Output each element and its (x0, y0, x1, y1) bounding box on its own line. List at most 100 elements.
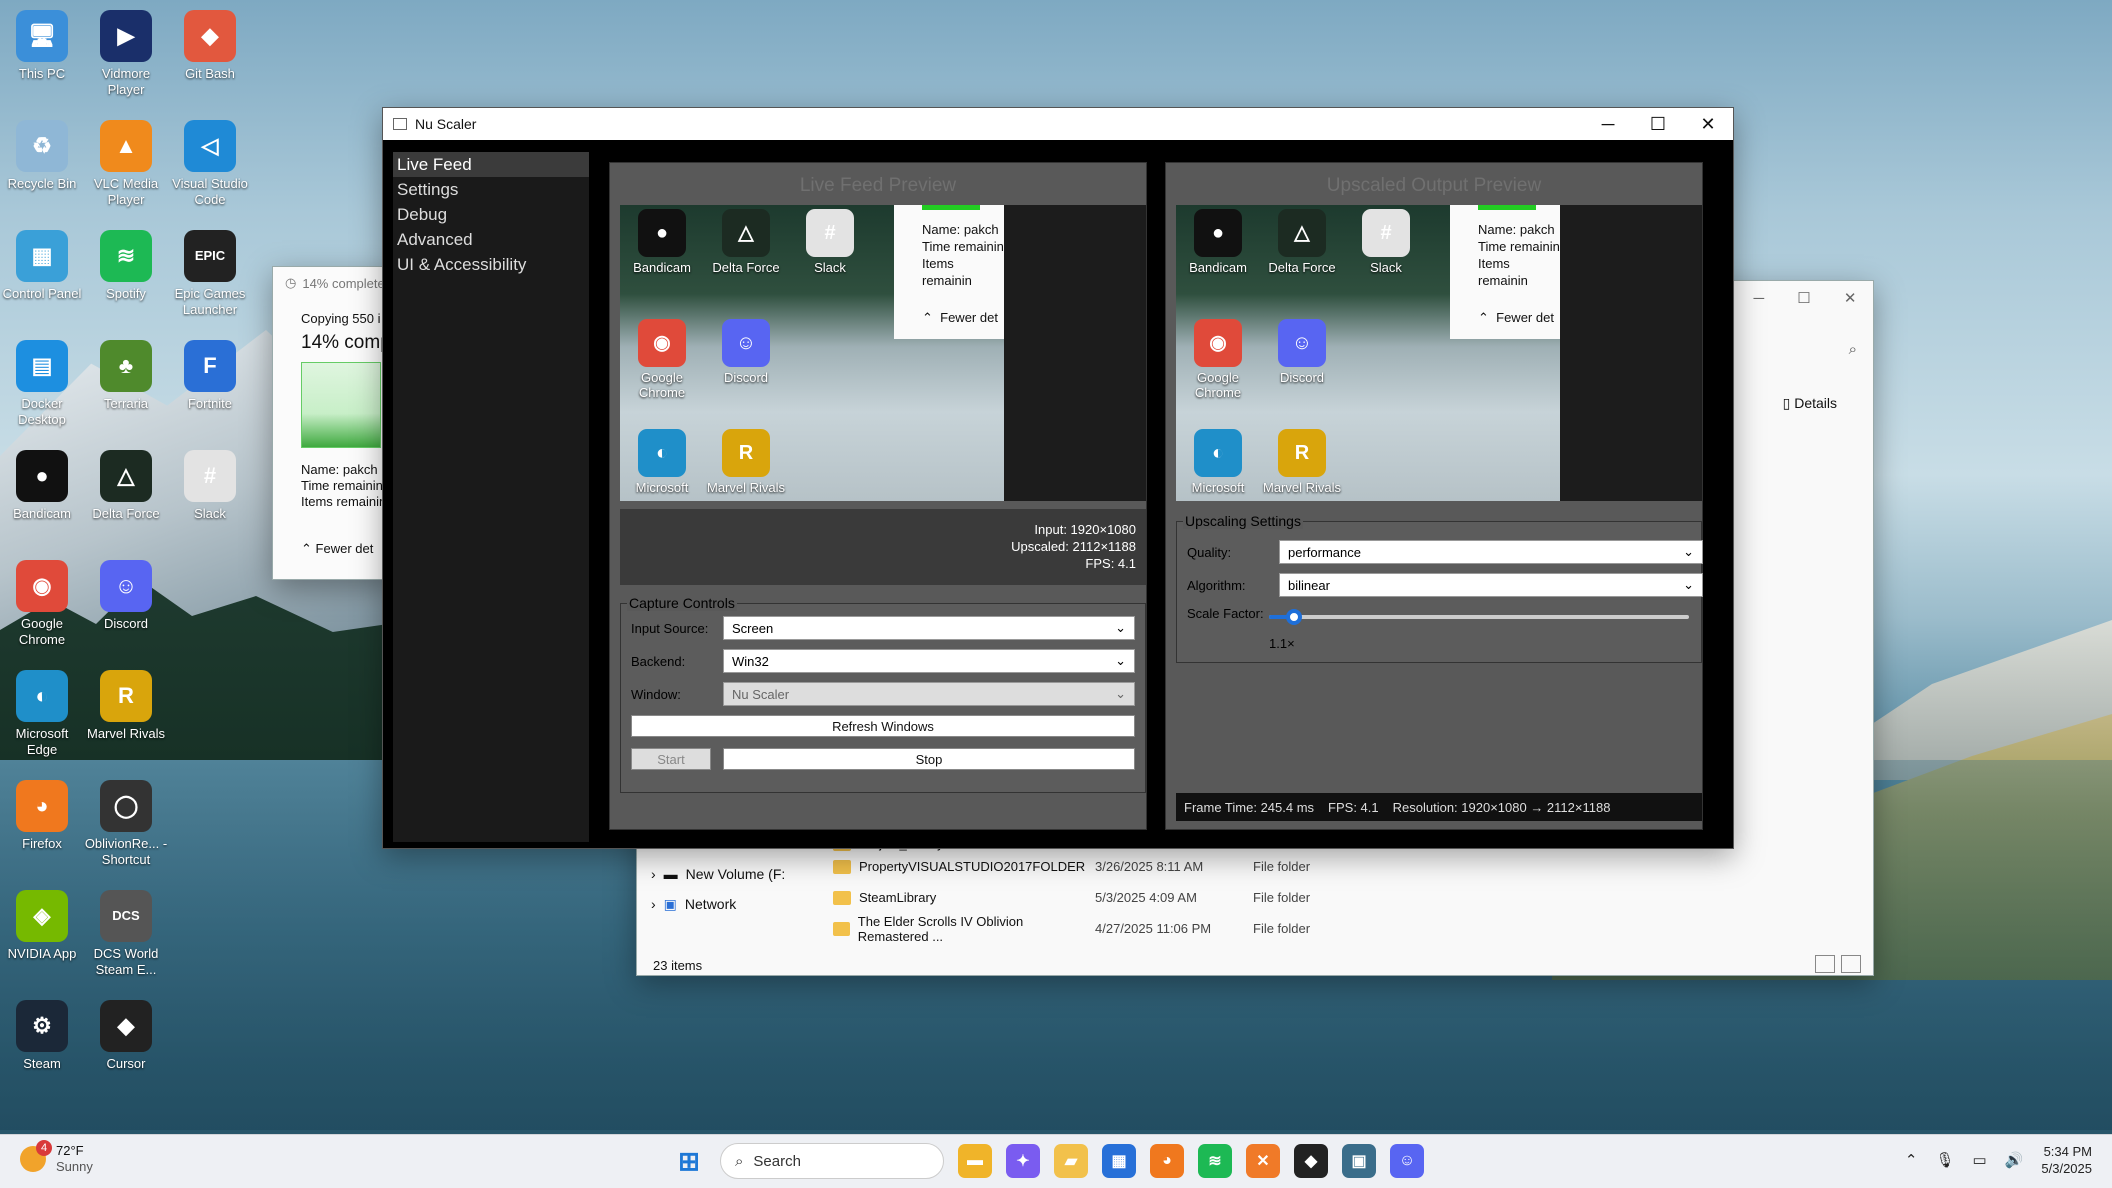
fewer-details-button[interactable]: ⌃ Fewer det (301, 541, 373, 557)
desktop-icon-steam[interactable]: ⚙ Steam (0, 1000, 84, 1072)
desktop-icon-marvel-rivals[interactable]: R Marvel Rivals (84, 670, 168, 742)
desktop-icon-slack[interactable]: # Slack (168, 450, 252, 522)
copy-items-remaining: Items remainin (301, 494, 387, 509)
desktop-icon-discord[interactable]: ☺ Discord (84, 560, 168, 632)
desktop-icon-visual-studio-code[interactable]: ◁ Visual Studio Code (168, 120, 252, 208)
desktop-icon-spotify[interactable]: ≋ Spotify (84, 230, 168, 302)
scale-factor-slider[interactable] (1269, 615, 1689, 619)
scale-factor-row: Scale Factor: (1187, 606, 1279, 621)
title-bar[interactable]: Nu Scaler ─ ☐ ✕ (383, 108, 1733, 140)
desktop-icon-label: Spotify (106, 286, 146, 301)
start-button[interactable]: Start (631, 748, 711, 770)
tiles-view-icon[interactable] (1841, 955, 1861, 973)
file-explorer-icon[interactable]: ▬ (958, 1144, 992, 1178)
backend-select[interactable]: Win32 ⌄ (723, 649, 1135, 673)
desktop-icon-label: Discord (103, 616, 149, 631)
algorithm-select[interactable]: bilinear ⌄ (1279, 573, 1703, 597)
file-date: 3/26/2025 8:11 AM (1095, 859, 1204, 874)
minimize-icon[interactable]: ─ (1754, 290, 1765, 307)
cursor-icon[interactable]: ◆ (1294, 1144, 1328, 1178)
scale-factor-value: 1.1× (1269, 636, 1295, 651)
file-row[interactable]: PropertyVISUALSTUDIO2017FOLDER 3/26/2025 … (833, 851, 1353, 882)
quality-select[interactable]: performance ⌄ (1279, 540, 1703, 564)
nu-scaler-window[interactable]: Nu Scaler ─ ☐ ✕ Live Feed Settings Debug… (382, 107, 1734, 849)
sidebar-item-ui-accessibility[interactable]: UI & Accessibility (393, 252, 589, 277)
desktop-icon-firefox[interactable]: ◕ Firefox (0, 780, 84, 852)
window-select[interactable]: Nu Scaler ⌄ (723, 682, 1135, 706)
desktop-icon-google-chrome[interactable]: ◉ Google Chrome (0, 560, 84, 648)
network-icon[interactable]: ▭ (1973, 1151, 1987, 1169)
desktop-icon-git-bash[interactable]: ◆ Git Bash (168, 10, 252, 82)
microphone-icon[interactable]: 🎙 (1935, 1151, 1954, 1169)
weather-widget[interactable]: 4 72°F Sunny (20, 1140, 93, 1175)
desktop-icon-recycle-bin[interactable]: ♻ Recycle Bin (0, 120, 84, 192)
details-view-icon[interactable] (1815, 955, 1835, 973)
clock[interactable]: 5:34 PM 5/3/2025 (2041, 1143, 2092, 1177)
refresh-windows-button[interactable]: Refresh Windows (631, 715, 1135, 737)
close-icon[interactable]: ✕ (1683, 114, 1733, 135)
desktop-icon-label: This PC (18, 66, 66, 81)
terraria-icon: ♣ (100, 340, 152, 392)
chevron-down-icon: ⌄ (1115, 620, 1126, 635)
search-icon[interactable]: ⌕ (1849, 341, 1857, 358)
maximize-icon[interactable]: ☐ (1633, 114, 1683, 135)
desktop-icon-this-pc[interactable]: 🖥 This PC (0, 10, 84, 82)
file-row[interactable]: The Elder Scrolls IV Oblivion Remastered… (833, 913, 1353, 944)
sidebar: Live Feed Settings Debug Advanced UI & A… (393, 152, 589, 842)
discord-icon[interactable]: ☺ (1390, 1144, 1424, 1178)
spotify-icon[interactable]: ≋ (1198, 1144, 1232, 1178)
file-row[interactable]: SteamLibrary 5/3/2025 4:09 AM File folder (833, 882, 1353, 913)
desktop-icon-epic-games-launcher[interactable]: EPIC Epic Games Launcher (168, 230, 252, 318)
stop-button[interactable]: Stop (723, 748, 1135, 770)
sidebar-item-debug[interactable]: Debug (393, 202, 589, 227)
maximize-icon[interactable]: ☐ (1797, 289, 1810, 307)
preview-card-fewer: ⌃ Fewer det (1478, 309, 1554, 326)
copy-progress-dialog[interactable]: ◷ 14% complete Copying 550 i 14% comp Nam… (272, 266, 396, 580)
input-source-select[interactable]: Screen ⌄ (723, 616, 1135, 640)
desktop-icon-dcs-world-steam-e[interactable]: DCS DCS World Steam E... (84, 890, 168, 978)
copy-dialog-percent: 14% comp (301, 332, 391, 353)
sidebar-item-live-feed[interactable]: Live Feed (393, 152, 589, 177)
sidebar-item-settings[interactable]: Settings (393, 177, 589, 202)
firefox-icon[interactable]: ◕ (1150, 1144, 1184, 1178)
desktop-icon-cursor[interactable]: ◆ Cursor (84, 1000, 168, 1072)
start-button[interactable]: ⊞ (672, 1144, 706, 1178)
folder-icon[interactable]: ▰ (1054, 1144, 1088, 1178)
desktop-icon-oblivionre-shortcut[interactable]: ◯ OblivionRe... - Shortcut (84, 780, 168, 868)
desktop-icon-delta-force[interactable]: △ Delta Force (84, 450, 168, 522)
quality-label: Quality: (1187, 544, 1232, 560)
details-button[interactable]: ▯ Details (1783, 395, 1837, 412)
file-name-cell: The Elder Scrolls IV Oblivion Remastered… (833, 914, 1095, 944)
nuscaler-icon[interactable]: ▣ (1342, 1144, 1376, 1178)
chevron-up-icon[interactable]: ⌃ (1905, 1151, 1918, 1169)
recycle-bin-icon: ♻ (16, 120, 68, 172)
scale-factor-handle[interactable] (1286, 609, 1302, 625)
nav-item-new-volume[interactable]: › ▬ New Volume (F: (651, 859, 801, 889)
desktop-icon-vlc-media-player[interactable]: ▲ VLC Media Player (84, 120, 168, 208)
chevron-down-icon: ⌄ (1115, 653, 1126, 668)
taskbar-search[interactable]: ⌕ Search (720, 1143, 944, 1179)
git-bash-icon: ◆ (184, 10, 236, 62)
desktop-icon-vidmore-player[interactable]: ▶ Vidmore Player (84, 10, 168, 98)
minimize-icon[interactable]: ─ (1583, 114, 1633, 135)
sidebar-item-advanced[interactable]: Advanced (393, 227, 589, 252)
copilot-icon[interactable]: ✦ (1006, 1144, 1040, 1178)
desktop-icon-nvidia-app[interactable]: ◈ NVIDIA App (0, 890, 84, 962)
window-label: Window: (631, 686, 681, 702)
close-icon[interactable]: ✕ (1844, 289, 1857, 307)
xampp-icon[interactable]: ✕ (1246, 1144, 1280, 1178)
copy-time-remaining: Time remainin (301, 478, 383, 493)
desktop-icon-terraria[interactable]: ♣ Terraria (84, 340, 168, 412)
notification-badge: 4 (36, 1140, 52, 1156)
cursor-icon: ◆ (100, 1000, 152, 1052)
desktop-icon-docker-desktop[interactable]: ▤ Docker Desktop (0, 340, 84, 428)
desktop-icon-microsoft-edge[interactable]: ◐ Microsoft Edge (0, 670, 84, 758)
nav-item-network[interactable]: › ▣ Network (651, 889, 801, 919)
desktop-icon-fortnite[interactable]: F Fortnite (168, 340, 252, 412)
fortnite-icon: F (184, 340, 236, 392)
desktop-icon-bandicam[interactable]: ● Bandicam (0, 450, 84, 522)
volume-icon[interactable]: 🔊 (2005, 1151, 2024, 1169)
store-icon[interactable]: ▦ (1102, 1144, 1136, 1178)
clock-icon: ◷ (285, 275, 297, 290)
desktop-icon-control-panel[interactable]: ▦ Control Panel (0, 230, 84, 302)
